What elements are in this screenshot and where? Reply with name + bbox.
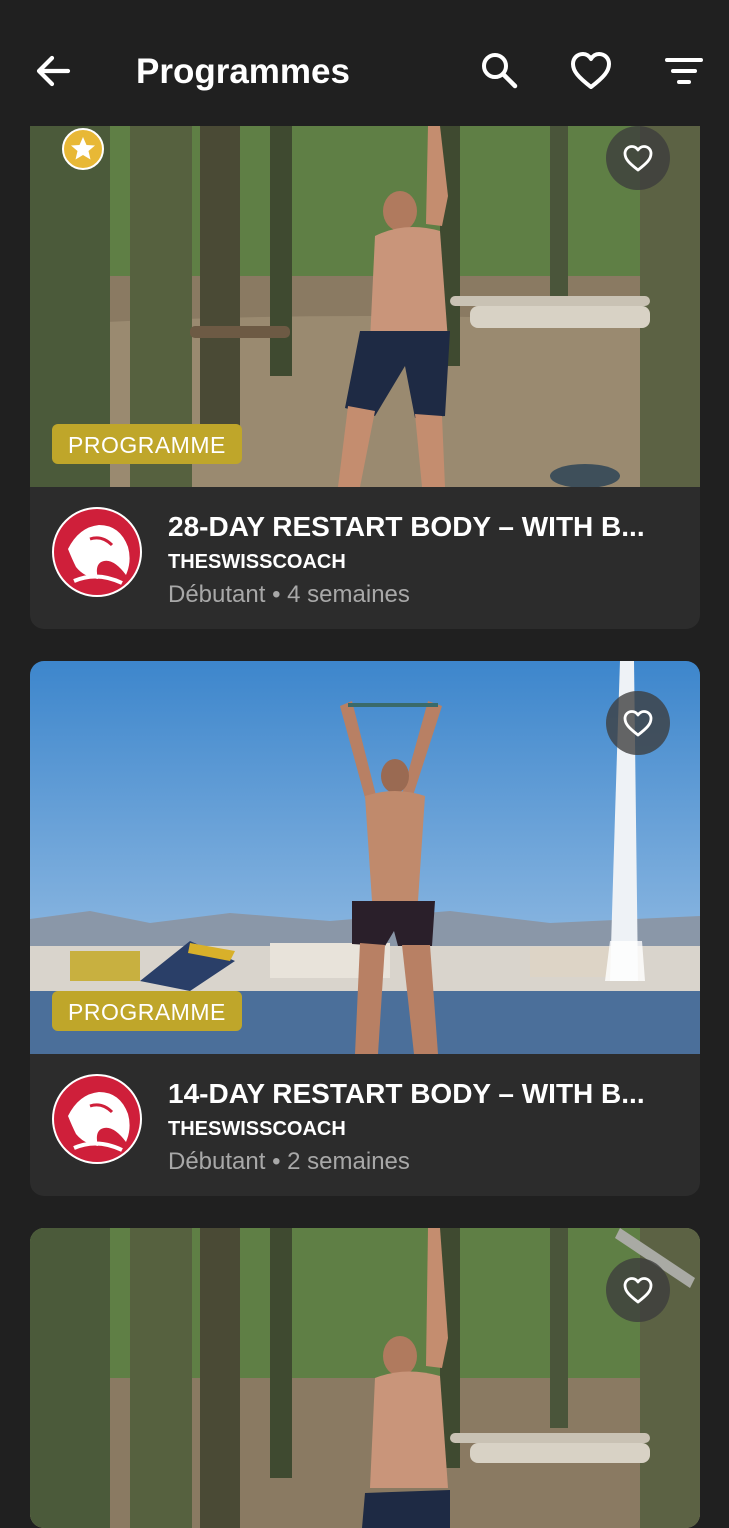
program-thumbnail: PROGRAMME: [30, 126, 700, 487]
program-thumbnail: PROGRAMME: [30, 661, 700, 1054]
favorite-toggle[interactable]: [606, 691, 670, 755]
star-icon: [71, 137, 95, 160]
featured-badge: [62, 128, 104, 170]
program-meta: Débutant • 4 semaines: [168, 579, 410, 611]
favorite-toggle[interactable]: [606, 126, 670, 190]
program-title: 28-DAY RESTART BODY – WITH B...: [168, 511, 645, 542]
heart-outline-icon: [623, 145, 653, 172]
program-title: 14-DAY RESTART BODY – WITH B...: [168, 1078, 645, 1109]
coach-avatar: [52, 1074, 142, 1164]
program-level: Débutant: [168, 581, 266, 608]
coach-logo: [68, 1092, 130, 1152]
program-duration: 2 semaines: [287, 1148, 410, 1175]
back-button[interactable]: [30, 48, 76, 94]
heart-outline-icon: [623, 710, 653, 737]
search-button[interactable]: [474, 46, 524, 96]
meta-separator: •: [272, 1148, 281, 1175]
meta-separator: •: [272, 581, 281, 608]
program-tag: PROGRAMME: [52, 424, 242, 464]
program-card[interactable]: PROGRAMME 28-DAY RESTART BODY – WITH B..…: [30, 126, 700, 629]
program-thumbnail: [30, 1228, 700, 1528]
coach-name: THESWISSCOACH: [168, 551, 346, 573]
arrow-left-icon: [36, 55, 71, 87]
favorite-toggle[interactable]: [606, 1258, 670, 1322]
program-meta: Débutant • 2 semaines: [168, 1146, 410, 1178]
coach-avatar: [52, 507, 142, 597]
program-info: 28-DAY RESTART BODY – WITH B... THESWISS…: [30, 487, 700, 629]
page-title: Programmes: [136, 52, 350, 91]
heart-outline-icon: [571, 52, 611, 89]
filter-button[interactable]: [659, 46, 709, 96]
program-duration: 4 semaines: [287, 581, 410, 608]
program-card[interactable]: [30, 1228, 700, 1528]
heart-outline-icon: [623, 1277, 653, 1304]
favorites-button[interactable]: [566, 46, 616, 96]
app-bar: Programmes: [0, 0, 729, 126]
search-icon: [482, 53, 518, 89]
program-card[interactable]: PROGRAMME 14-DAY RESTART BODY – WITH B..…: [30, 661, 700, 1196]
program-info: 14-DAY RESTART BODY – WITH B... THESWISS…: [30, 1054, 700, 1196]
coach-logo: [68, 525, 130, 585]
program-tag: PROGRAMME: [52, 991, 242, 1031]
program-level: Débutant: [168, 1148, 266, 1175]
filter-icon: [665, 58, 703, 84]
forest-workout-photo: [30, 1228, 700, 1528]
coach-name: THESWISSCOACH: [168, 1118, 346, 1140]
